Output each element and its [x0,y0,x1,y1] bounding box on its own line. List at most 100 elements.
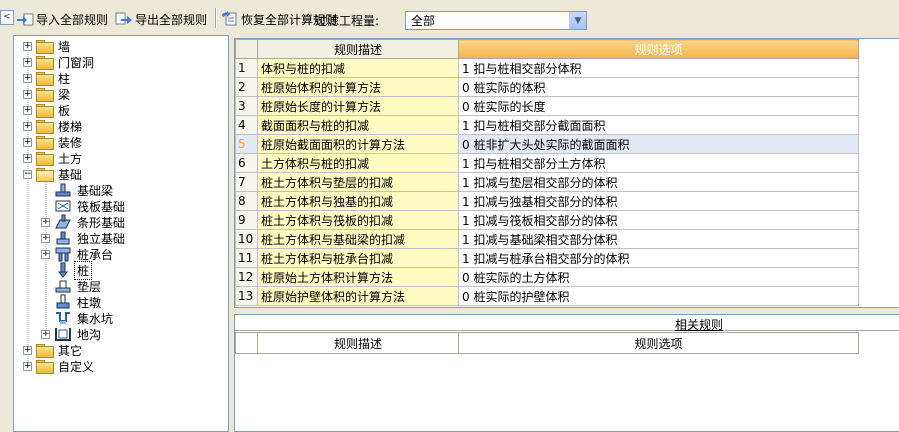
expand-icon[interactable]: + [41,249,50,259]
tree-item-label: 板 [58,103,71,118]
expand-icon[interactable]: + [41,329,50,339]
tree-item-strip-foundation[interactable]: + 条形基础 [41,214,127,230]
tree-item-door-window[interactable]: + 门窗洞 [23,54,96,70]
expand-icon[interactable]: + [23,361,32,371]
tree-item-label: 装修 [58,135,83,150]
rule-option-cell[interactable]: 1 扣减与基础梁相交部分体积 [458,229,859,249]
tree-item-foundation[interactable]: − 基础 [23,166,84,182]
table-row[interactable]: 10 桩土方体积与基础梁的扣减 1 扣减与基础梁相交部分体积 [235,229,859,249]
isolated-foundation-icon [54,230,72,246]
expand-icon[interactable]: + [23,89,32,99]
expand-icon[interactable]: + [23,345,32,355]
table-row[interactable]: 9 桩土方体积与筏板的扣减 1 扣减与筏板相交部分的体积 [235,210,859,230]
tree-item-pile[interactable]: 桩 [54,260,93,280]
expand-icon[interactable]: + [23,153,32,163]
expand-icon[interactable]: + [23,137,32,147]
tree-item-slab[interactable]: + 板 [23,102,72,118]
foundation-beam-icon [54,182,72,198]
rule-option-cell[interactable]: 1 扣减与筏板相交部分的体积 [458,210,859,230]
table-row[interactable]: 12 桩原始土方体积计算方法 0 桩实际的土方体积 [235,267,859,287]
tree-item-label: 柱 [58,71,71,86]
row-number: 4 [235,115,258,135]
tree-item-stairs[interactable]: + 楼梯 [23,118,84,134]
rule-option-cell[interactable]: 0 桩实际的护壁体积 [458,286,859,306]
tree-item-label: 其它 [58,343,83,358]
chevron-down-icon[interactable]: ▼ [569,12,586,29]
tree-item-pile-cap[interactable]: + 桩承台 [41,246,115,262]
tree-item-label: 桩承台 [77,247,114,262]
trench-icon [54,326,72,342]
rule-description-cell: 土方体积与桩的扣减 [257,153,459,173]
rule-description-header: 规则描述 [257,39,459,59]
export-all-rules-button[interactable]: 导出全部规则 [115,10,207,28]
table-row[interactable]: 7 桩土方体积与垫层的扣减 1 扣减与垫层相交部分的体积 [235,172,859,192]
rule-option-cell[interactable]: 1 扣与桩相交部分体积 [458,58,859,78]
tree-item-column[interactable]: + 柱 [23,70,72,86]
rule-option-cell[interactable]: 0 桩实际的体积 [458,77,859,97]
rules-table: 规则描述 规则选项 1 体积与桩的扣减 1 扣与桩相交部分体积 2 桩原始体积的计算方… [235,39,859,306]
tree-item-beam[interactable]: + 梁 [23,86,72,102]
tree-item-label: 独立基础 [77,231,126,246]
tree-item-sump-pit[interactable]: 集水坑 [54,310,115,326]
rule-option-cell[interactable]: 0 桩非扩大头处实际的截面面积 [458,134,859,154]
row-number: 2 [235,77,258,97]
tree-item-custom[interactable]: + 自定义 [23,358,96,374]
tree-item-earthwork[interactable]: + 土方 [23,150,84,166]
table-row[interactable]: 4 截面面积与桩的扣减 1 扣与桩相交部分截面面积 [235,115,859,135]
table-row[interactable]: 1 体积与桩的扣减 1 扣与桩相交部分体积 [235,58,859,78]
sump-pit-icon [54,310,72,326]
expand-icon[interactable]: + [23,57,32,67]
tree-item-trench[interactable]: + 地沟 [41,326,103,342]
rule-option-cell[interactable]: 1 扣减与独基相交部分的体积 [458,191,859,211]
table-row[interactable]: 8 桩土方体积与独基的扣减 1 扣减与独基相交部分的体积 [235,191,859,211]
expand-icon[interactable]: + [23,105,32,115]
expand-icon[interactable]: + [41,217,50,227]
tree-item-label: 地沟 [77,327,102,342]
folder-icon [36,360,54,374]
expand-icon[interactable]: + [23,121,32,131]
expand-icon[interactable]: + [23,73,32,83]
folder-icon [36,344,54,358]
table-row[interactable]: 13 桩原始护壁体积的计算方法 0 桩实际的护壁体积 [235,286,859,306]
row-number: 8 [235,191,258,211]
import-all-rules-button[interactable]: 导入全部规则 [16,10,108,28]
table-row-selected[interactable]: 5 桩原始截面面积的计算方法 0 桩非扩大头处实际的截面面积 [235,134,859,154]
table-row[interactable]: 6 土方体积与桩的扣减 1 扣与桩相交部分土方体积 [235,153,859,173]
rule-description-cell: 截面面积与桩的扣减 [257,115,459,135]
rule-option-cell[interactable]: 0 桩实际的土方体积 [458,267,859,287]
expand-icon[interactable]: + [41,233,50,243]
rule-option-cell[interactable]: 1 扣减与垫层相交部分的体积 [458,172,859,192]
tree-item-wall[interactable]: + 墙 [23,38,72,54]
tree-item-cushion-layer[interactable]: 垫层 [54,278,103,294]
tree-item-label: 土方 [58,151,83,166]
rule-option-cell[interactable]: 1 扣减与桩承台相交部分的体积 [458,248,859,268]
panel-collapse-button[interactable]: < [0,10,14,25]
filter-quantity-select[interactable]: 全部 ▼ [405,11,587,30]
row-number: 3 [235,96,258,116]
vertical-splitter[interactable] [229,35,233,432]
folder-open-icon [36,168,54,182]
table-row[interactable]: 3 桩原始长度的计算方法 0 桩实际的长度 [235,96,859,116]
rule-description-cell: 桩原始截面面积的计算方法 [257,134,459,154]
row-number-header [235,39,258,59]
folder-icon [36,88,54,102]
table-row[interactable]: 11 桩土方体积与桩承台扣减 1 扣减与桩承台相交部分的体积 [235,248,859,268]
tree-item-raft-foundation[interactable]: 筏板基础 [54,198,127,214]
row-number: 9 [235,210,258,230]
filter-quantity-label: 过滤工程量: [315,14,380,28]
tree-item-isolated-foundation[interactable]: + 独立基础 [41,230,127,246]
rule-option-cell[interactable]: 1 扣与桩相交部分截面面积 [458,115,859,135]
rule-option-cell[interactable]: 1 扣与桩相交部分土方体积 [458,153,859,173]
row-number: 5 [235,134,258,154]
tree-item-decoration[interactable]: + 装修 [23,134,84,150]
tree-item-column-pier[interactable]: 柱墩 [54,294,103,310]
export-icon [115,11,133,27]
collapse-icon[interactable]: − [23,169,32,179]
expand-icon[interactable]: + [23,41,32,51]
rule-option-cell[interactable]: 0 桩实际的长度 [458,96,859,116]
tree-item-foundation-beam[interactable]: 基础梁 [54,182,115,198]
rule-description-cell: 桩原始体积的计算方法 [257,77,459,97]
row-number: 6 [235,153,258,173]
table-row[interactable]: 2 桩原始体积的计算方法 0 桩实际的体积 [235,77,859,97]
tree-item-other[interactable]: + 其它 [23,342,84,358]
